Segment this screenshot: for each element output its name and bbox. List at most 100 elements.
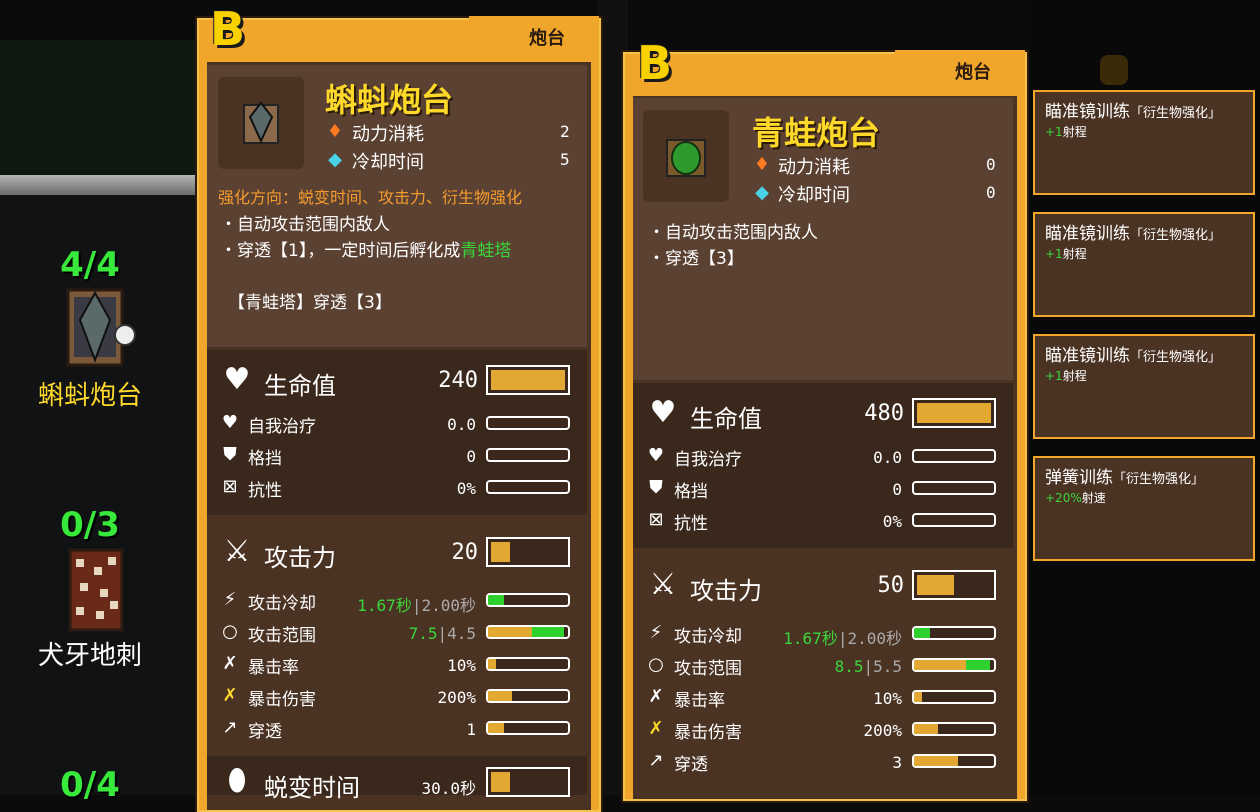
desc-line: ・自动攻击范围内敌人 — [220, 215, 390, 235]
atk-bar-fill — [917, 575, 954, 595]
crit-bar-fill — [488, 659, 496, 669]
heal-heart-icon: ♥ — [647, 445, 665, 466]
sword-icon: ⚔ — [223, 534, 251, 569]
upgrade-direction: 强化方向：蜕变时间、攻击力、衍生物强化 — [218, 188, 523, 207]
atk-label: 攻击力 — [690, 577, 762, 605]
heal-heart-icon: ♥ — [221, 412, 239, 433]
cooldown-value: 5 — [560, 150, 570, 169]
desc-line: ・穿透【1】，一定时间后孵化成青蛙塔 — [220, 241, 512, 261]
morph-label: 蜕变时间 — [264, 774, 360, 802]
heal-value: 0.0 — [873, 448, 902, 467]
tower-list-item[interactable]: 0/4 — [30, 765, 150, 805]
hp-bar — [486, 365, 570, 395]
atkcd-label: 攻击冷却 — [674, 627, 742, 647]
desc-line: ・自动攻击范围内敌人 — [648, 223, 818, 243]
critdmg-bar — [486, 689, 570, 703]
critdmg-bar-fill — [488, 691, 512, 701]
atkcd-bar-fill — [488, 595, 504, 605]
hp-bar-fill — [491, 370, 565, 390]
pierce-bar-fill — [488, 723, 504, 733]
crit-value: 10% — [447, 656, 476, 675]
hp-value: 480 — [864, 401, 904, 426]
heal-value: 0.0 — [447, 415, 476, 434]
upgrade-card[interactable]: 瞄准镜训练「衍生物强化」 +1射程 — [1033, 334, 1255, 439]
block-label: 格挡 — [674, 482, 708, 502]
crit-bar — [486, 657, 570, 671]
crit-damage-icon: ✗ — [222, 685, 238, 706]
pierce-label: 穿透 — [674, 755, 708, 775]
critdmg-value: 200% — [863, 721, 902, 740]
tower-list-item[interactable]: 4/4 蝌蚪炮台 — [30, 245, 150, 412]
background-rail — [0, 175, 195, 195]
resist-icon: ⊠ — [222, 476, 238, 497]
range-bar-fill — [488, 627, 532, 637]
frog-tower-portrait-icon — [643, 110, 729, 202]
tower-title: 蝌蚪炮台 — [325, 81, 454, 119]
atkcd-bar — [912, 626, 996, 640]
crit-bar — [912, 690, 996, 704]
attack-cooldown-icon: ⚡ — [649, 622, 663, 643]
grade-badge: B — [210, 2, 246, 56]
resist-bar — [486, 480, 570, 494]
upgrade-card[interactable]: 瞄准镜训练「衍生物强化」 +1射程 — [1033, 212, 1255, 317]
pierce-icon: ↗ — [648, 750, 664, 771]
block-value: 0 — [466, 447, 476, 466]
cooldown-value: 0 — [986, 183, 996, 202]
power-flame-icon: ♦ — [326, 121, 344, 142]
power-value: 0 — [986, 155, 996, 174]
upgrade-title: 瞄准镜训练「衍生物强化」 — [1045, 346, 1222, 366]
morph-bar — [486, 767, 570, 797]
range-label: 攻击范围 — [248, 626, 316, 646]
desc-line: 【青蛙塔】穿透【3】 — [228, 293, 392, 313]
range-bar-fill — [914, 660, 966, 670]
atkcd-label: 攻击冷却 — [248, 594, 316, 614]
atkcd-value: 1.67秒|2.00秒 — [783, 629, 902, 648]
cooldown-label: 冷却时间 — [352, 152, 424, 173]
power-label: 动力消耗 — [352, 124, 424, 145]
power-value: 2 — [560, 122, 570, 141]
heart-icon: ♥ — [649, 395, 677, 430]
upgrade-effect: +1射程 — [1045, 125, 1087, 139]
tower-count: 0/4 — [60, 765, 120, 805]
tower-title: 青蛙炮台 — [752, 114, 881, 152]
crit-bar-fill — [914, 692, 922, 702]
upgrade-title: 瞄准镜训练「衍生物强化」 — [1045, 102, 1222, 122]
crit-label: 暴击率 — [674, 691, 725, 711]
grade-badge: B — [637, 36, 673, 90]
crit-label: 暴击率 — [248, 658, 299, 678]
range-bar — [486, 625, 570, 639]
tower-count: 0/3 — [60, 505, 120, 545]
pierce-bar — [486, 721, 570, 735]
crit-value: 10% — [873, 689, 902, 708]
tower-list-item[interactable]: 0/3 犬牙地刺 — [30, 505, 150, 672]
hp-bar-fill — [917, 403, 991, 423]
crit-rate-icon: ✗ — [222, 653, 238, 674]
power-flame-icon: ♦ — [753, 154, 771, 175]
hp-label: 生命值 — [264, 372, 336, 400]
resist-value: 0% — [456, 479, 476, 498]
resist-label: 抗性 — [248, 481, 282, 501]
heal-bar — [912, 449, 996, 463]
critdmg-bar-fill — [914, 724, 938, 734]
upgrade-card[interactable]: 瞄准镜训练「衍生物强化」 +1射程 — [1033, 90, 1255, 195]
tadpole-tower-icon — [50, 285, 136, 375]
crit-rate-icon: ✗ — [648, 686, 664, 707]
cooldown-crystal-icon: ◆ — [755, 182, 769, 203]
card-category: 炮台 — [895, 50, 1025, 96]
attack-cooldown-icon: ⚡ — [223, 589, 237, 610]
block-label: 格挡 — [248, 449, 282, 469]
atkcd-value: 1.67秒|2.00秒 — [357, 596, 476, 615]
sword-icon: ⚔ — [649, 567, 677, 602]
pierce-bar — [912, 754, 996, 768]
atk-value: 20 — [451, 540, 479, 565]
pierce-bar-fill — [914, 756, 958, 766]
hp-label: 生命值 — [690, 405, 762, 433]
upgrade-card[interactable]: 弹簧训练「衍生物强化」 +20%射速 — [1033, 456, 1255, 561]
heal-bar — [486, 416, 570, 430]
tadpole-tower-portrait-icon — [218, 77, 304, 169]
upgrade-effect: +1射程 — [1045, 369, 1087, 383]
cooldown-label: 冷却时间 — [778, 185, 850, 206]
heal-label: 自我治疗 — [674, 450, 742, 470]
card-category: 炮台 — [469, 16, 599, 62]
atk-value: 50 — [877, 573, 905, 598]
